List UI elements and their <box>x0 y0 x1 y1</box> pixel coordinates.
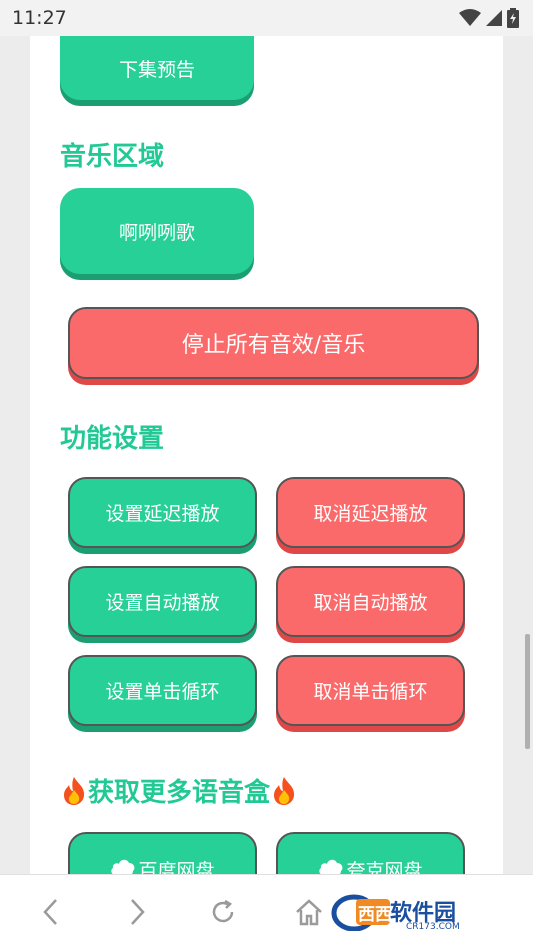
stop-all-label: 停止所有音效/音乐 <box>181 333 366 358</box>
alele-song-button[interactable]: 啊咧咧歌 <box>60 188 254 274</box>
watermark-logo: 西西 <box>331 894 390 931</box>
refresh-icon <box>212 899 234 923</box>
status-bar: 11:27 <box>0 0 533 36</box>
cancel-click-loop-label: 取消单击循环 <box>313 681 428 703</box>
chevron-right-icon <box>131 899 145 925</box>
svg-text:西西: 西西 <box>358 905 390 925</box>
home-icon <box>296 899 322 926</box>
forward-button[interactable] <box>120 895 154 929</box>
set-auto-play-label: 设置自动播放 <box>105 592 220 614</box>
watermark-subtext: CR173.COM <box>406 922 460 932</box>
cancel-auto-play-label: 取消自动播放 <box>313 592 428 614</box>
preview-next-episode-label: 下集预告 <box>118 58 195 81</box>
set-auto-play-button[interactable]: 设置自动播放 <box>68 566 257 637</box>
refresh-button[interactable] <box>206 895 240 929</box>
set-delay-play-label: 设置延迟播放 <box>105 503 220 525</box>
set-click-loop-button[interactable]: 设置单击循环 <box>68 655 257 726</box>
chevron-left-icon <box>43 899 57 925</box>
settings-section-title: 功能设置 <box>60 424 165 454</box>
more-section-title: 获取更多语音盒 <box>60 772 298 809</box>
left-margin <box>0 36 30 874</box>
battery-icon <box>507 8 519 28</box>
baidu-pan-label: 百度网盘 <box>138 860 215 874</box>
music-section-title: 音乐区域 <box>60 142 165 172</box>
set-click-loop-label: 设置单击循环 <box>105 681 220 703</box>
back-button[interactable] <box>34 895 68 929</box>
fire-icon <box>64 776 85 805</box>
cancel-auto-play-button[interactable]: 取消自动播放 <box>276 566 465 637</box>
set-delay-play-button[interactable]: 设置延迟播放 <box>68 477 257 548</box>
scrollbar-thumb[interactable] <box>525 634 530 749</box>
status-icons <box>459 8 519 28</box>
wifi-icon <box>459 9 481 26</box>
home-button[interactable] <box>292 895 326 929</box>
preview-next-episode-button[interactable]: 下集预告 <box>60 36 254 100</box>
site-watermark: 西西 软件园 CR173.COM <box>330 888 520 934</box>
fire-icon <box>274 776 295 805</box>
cancel-delay-play-label: 取消延迟播放 <box>313 503 428 525</box>
cloud-icon <box>111 859 135 874</box>
baidu-pan-button[interactable]: 百度网盘 <box>68 832 257 874</box>
web-content[interactable]: 下集预告 音乐区域 啊咧咧歌 停止所有音效/音乐 功能设置 设置延迟播放 取消延… <box>0 36 533 874</box>
quark-pan-label: 夸克网盘 <box>346 860 423 874</box>
signal-icon <box>486 10 502 26</box>
cloud-icon <box>319 859 343 874</box>
stop-all-button[interactable]: 停止所有音效/音乐 <box>68 307 479 379</box>
cancel-click-loop-button[interactable]: 取消单击循环 <box>276 655 465 726</box>
status-time: 11:27 <box>12 7 67 29</box>
cancel-delay-play-button[interactable]: 取消延迟播放 <box>276 477 465 548</box>
more-section-label: 获取更多语音盒 <box>88 778 271 808</box>
alele-song-label: 啊咧咧歌 <box>118 221 195 244</box>
quark-pan-button[interactable]: 夸克网盘 <box>276 832 465 874</box>
